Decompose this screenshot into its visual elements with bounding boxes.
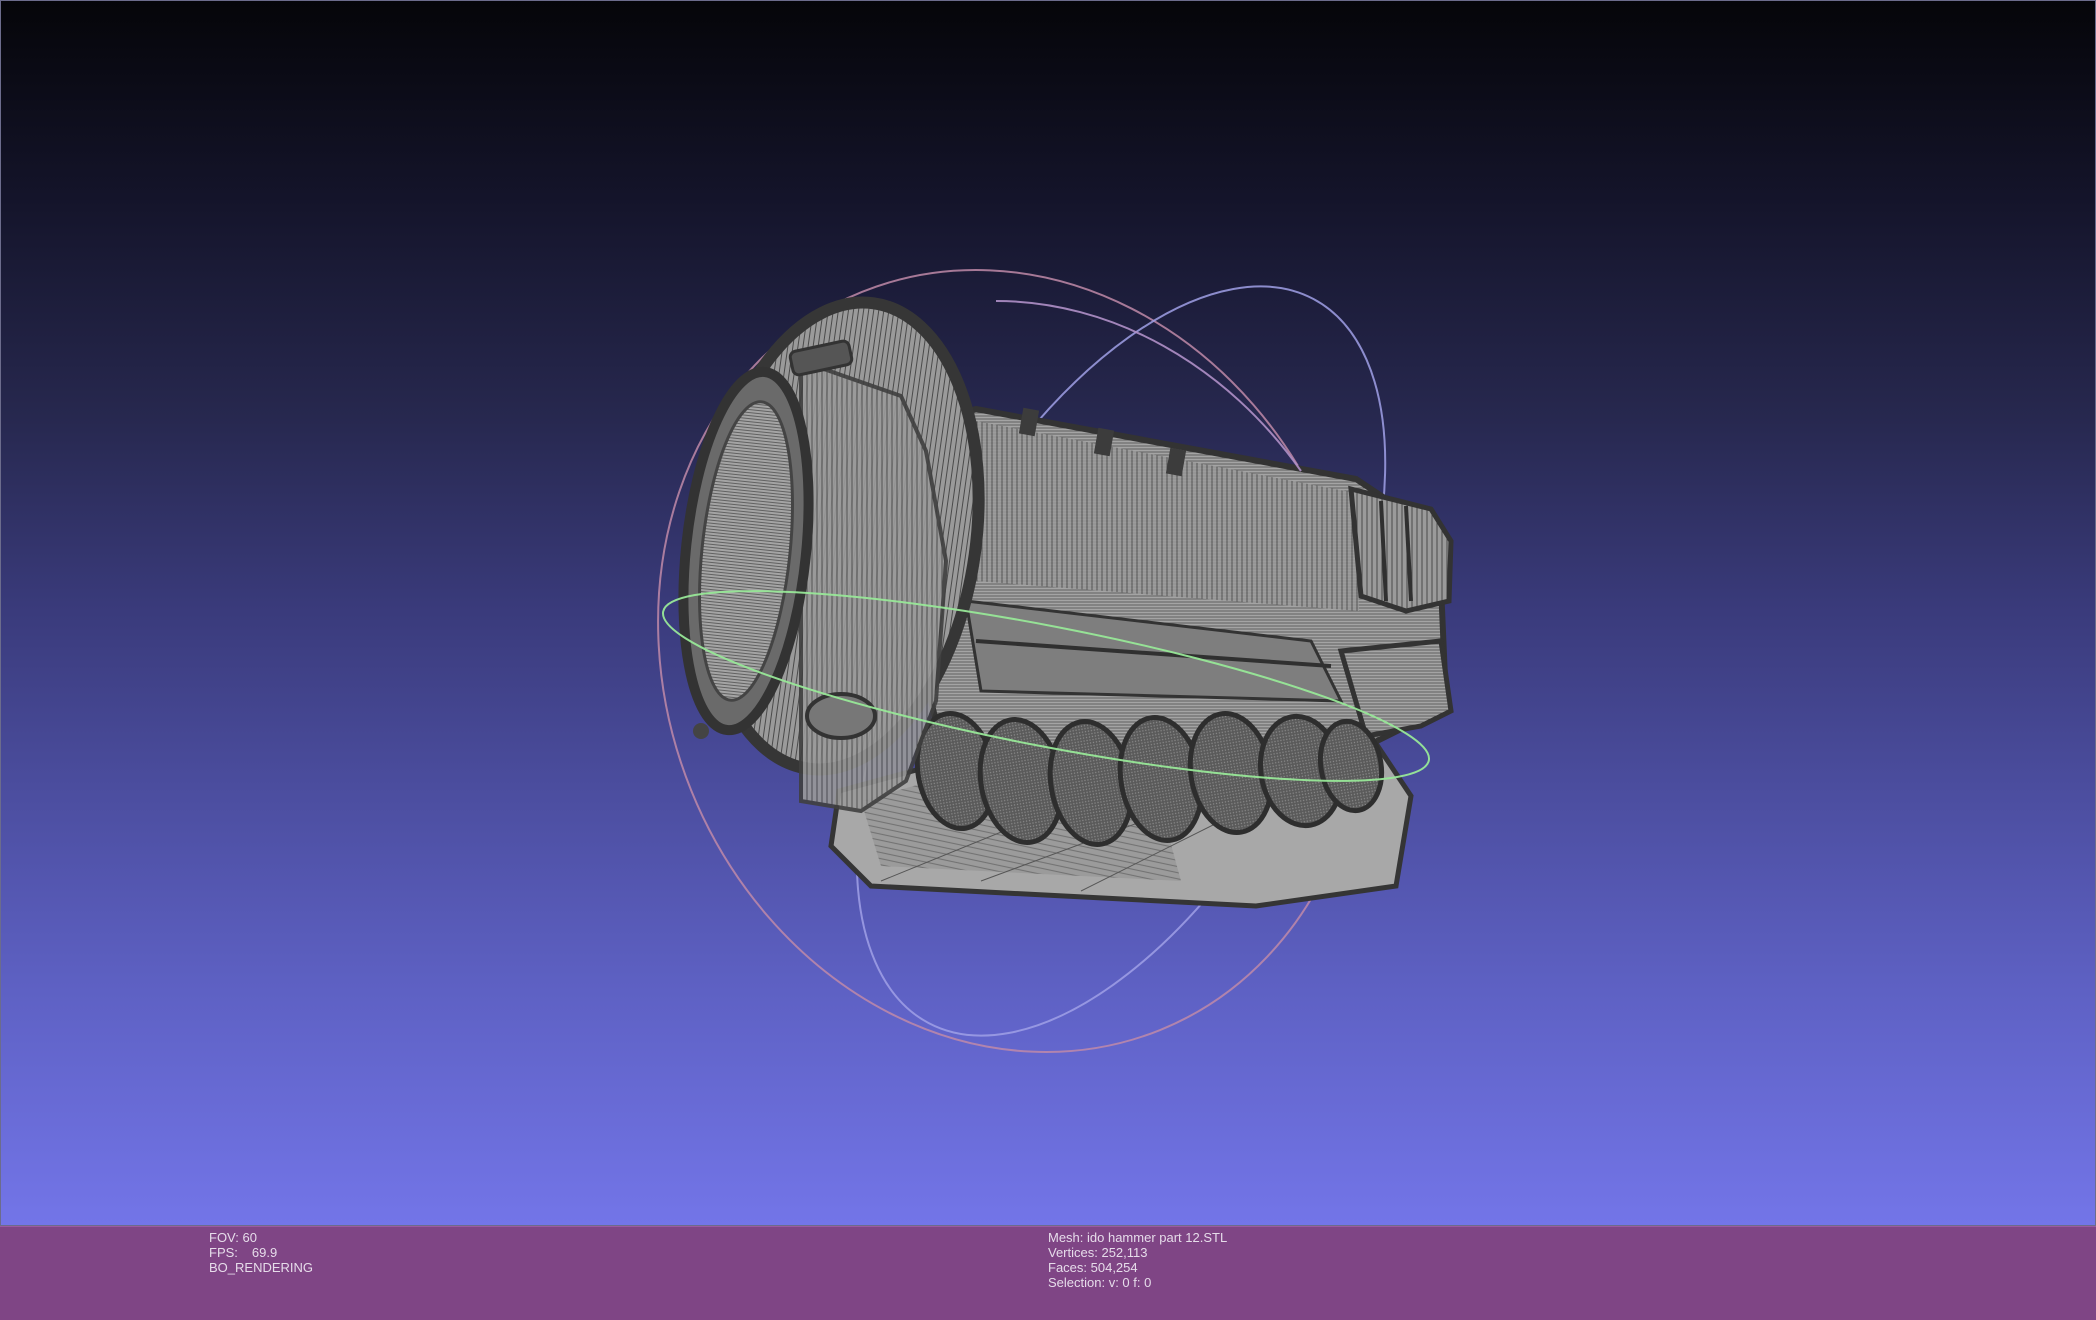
fps-label: FPS: [209,1245,238,1260]
selection-info: Selection: v: 0 f: 0 [1048,1275,1152,1290]
status-bar: FOV: 60 FPS: 69.9 BO_RENDERING Mesh: ido … [0,1226,2096,1320]
face-count: Faces: 504,254 [1048,1260,1138,1275]
fov-label: FOV: 60 [209,1230,257,1245]
render-info: FOV: 60 FPS: 69.9 BO_RENDERING [209,1230,313,1275]
3d-viewport[interactable] [0,0,2096,1226]
fps-readout: FPS: 69.9 [209,1245,313,1260]
fps-value: 69.9 [251,1245,278,1260]
mesh-name: Mesh: ido hammer part 12.STL [1048,1230,1228,1245]
render-mode-label: BO_RENDERING [209,1260,314,1275]
scene-canvas[interactable] [1,1,2096,1226]
vertex-count: Vertices: 252,113 [1048,1245,1148,1260]
mesh-wireframe [678,296,1454,909]
mesh-info: Mesh: ido hammer part 12.STL Vertices: 2… [1048,1230,1227,1290]
